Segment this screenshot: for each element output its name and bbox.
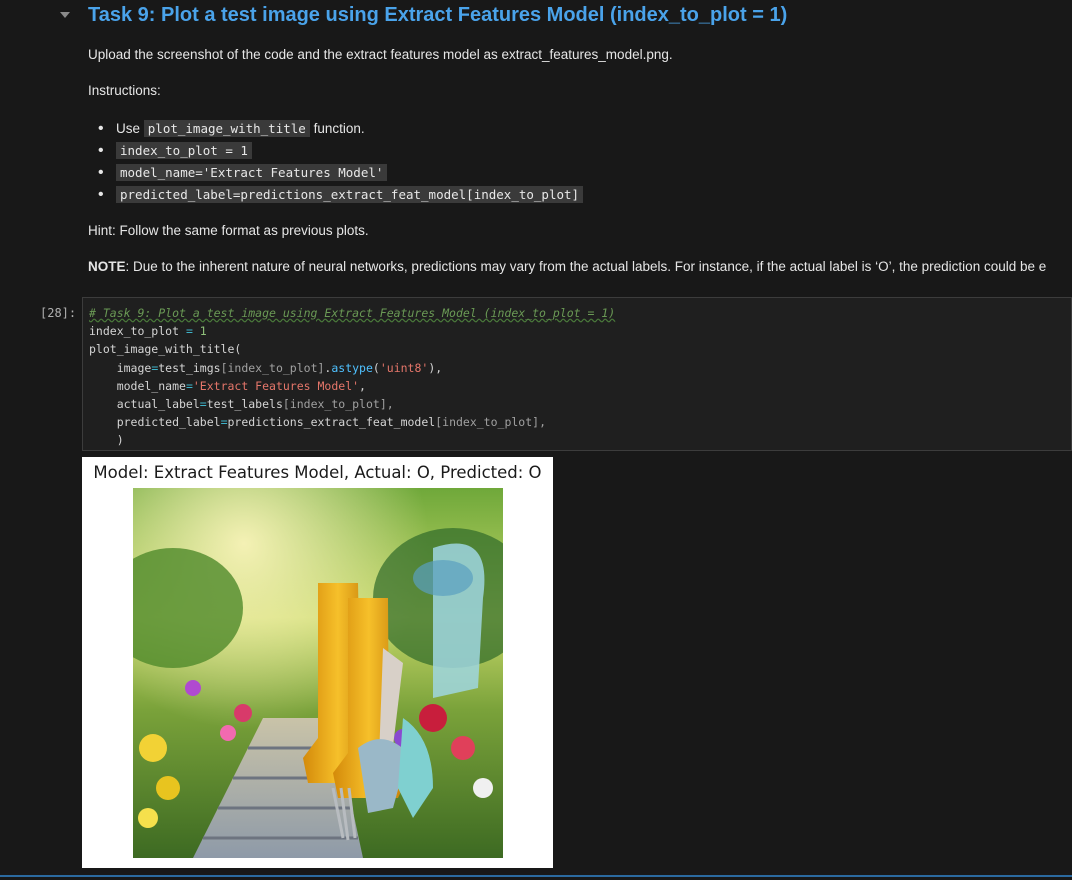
inline-code: plot_image_with_title (143, 120, 310, 137)
inline-code: predicted_label=predictions_extract_feat… (116, 186, 584, 203)
code-token: = (179, 324, 200, 339)
task-heading: Task 9: Plot a test image using Extract … (88, 4, 788, 26)
code-token: [index_to_plot], (282, 397, 394, 412)
figure-title: Model: Extract Features Model, Actual: O… (93, 463, 542, 482)
code-token: = (199, 397, 207, 412)
instructions-label: Instructions: (88, 83, 161, 98)
cell-separator (0, 875, 1072, 877)
inline-code: model_name='Extract Features Model' (116, 164, 388, 181)
note-label: NOTE (88, 259, 126, 274)
code-token: 'Extract Features Model' (192, 378, 360, 393)
code-token: [index_to_plot] (220, 360, 325, 375)
code-token: 'uint8' (379, 360, 429, 375)
code-token: predicted_label (89, 415, 221, 430)
list-item: Use plot_image_with_title function. (88, 118, 583, 140)
code-token: image (89, 360, 152, 375)
output-figure: Model: Extract Features Model, Actual: O… (82, 457, 553, 868)
execution-count: [28]: (40, 306, 77, 320)
code-comment: # Task 9: Plot a test image using Extrac… (89, 306, 616, 320)
code-token: astype (331, 360, 373, 375)
code-token: [index_to_plot], (435, 415, 546, 430)
code-token: , (359, 378, 366, 393)
hint-text: Hint: Follow the same format as previous… (88, 223, 369, 238)
upload-instruction-text: Upload the screenshot of the code and th… (88, 47, 673, 62)
code-token: 1 (199, 324, 207, 339)
code-token: plot_image_with_title( (89, 342, 242, 357)
list-item: predicted_label=predictions_extract_feat… (88, 184, 584, 206)
code-token: predictions_extract_feat_model (227, 415, 436, 430)
list-item-prefix: Use (116, 121, 144, 136)
code-token: = (185, 378, 193, 393)
code-editor[interactable]: # Task 9: Plot a test image using Extrac… (82, 297, 1072, 451)
instructions-list: Use plot_image_with_title function. inde… (88, 118, 584, 206)
list-item-suffix: function. (309, 121, 365, 136)
list-item: model_name='Extract Features Model' (88, 162, 583, 184)
garden-photo-image (133, 488, 503, 858)
code-token: = (220, 415, 228, 430)
code-token: ) (89, 433, 124, 448)
code-token: test_labels (206, 397, 283, 412)
code-token: actual_label (89, 397, 200, 412)
code-token: test_imgs (158, 360, 221, 375)
code-token: ), (428, 360, 443, 375)
collapse-chevron-icon[interactable] (60, 12, 70, 18)
note-text: : Due to the inherent nature of neural n… (125, 259, 1047, 274)
code-token: model_name (89, 378, 186, 393)
list-item: index_to_plot = 1 (88, 140, 583, 162)
code-token: ( (372, 360, 380, 375)
note-paragraph: NOTE: Due to the inherent nature of neur… (88, 259, 1046, 274)
inline-code: index_to_plot = 1 (116, 142, 252, 159)
code-token: index_to_plot (89, 324, 180, 339)
